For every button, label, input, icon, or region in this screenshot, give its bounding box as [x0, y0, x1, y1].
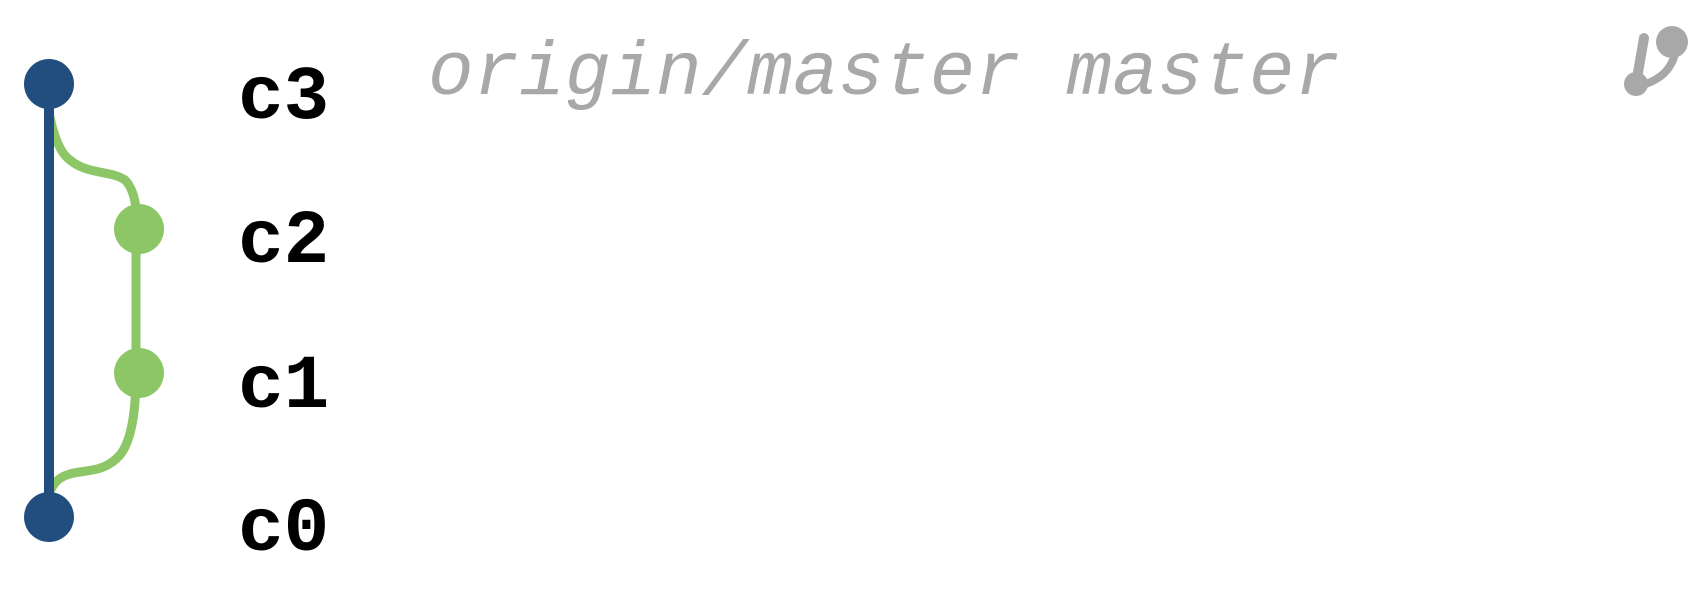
- commit-label-c0[interactable]: c0: [238, 487, 329, 573]
- commit-node-c3[interactable]: [24, 59, 74, 109]
- commit-label-c3[interactable]: c3: [238, 55, 329, 141]
- commit-graph: c3 c2 c1 c0 origin/master master: [24, 26, 1688, 573]
- commit-node-c2[interactable]: [114, 204, 164, 254]
- commit-label-c1[interactable]: c1: [238, 344, 329, 430]
- commit-node-c0[interactable]: [24, 492, 74, 542]
- commit-node-c1[interactable]: [114, 348, 164, 398]
- tag-icon: [1624, 26, 1688, 96]
- ref-names: origin/master master: [428, 31, 1340, 117]
- branch-edge-c1-c0: [41, 367, 141, 520]
- commit-label-c2[interactable]: c2: [238, 199, 329, 285]
